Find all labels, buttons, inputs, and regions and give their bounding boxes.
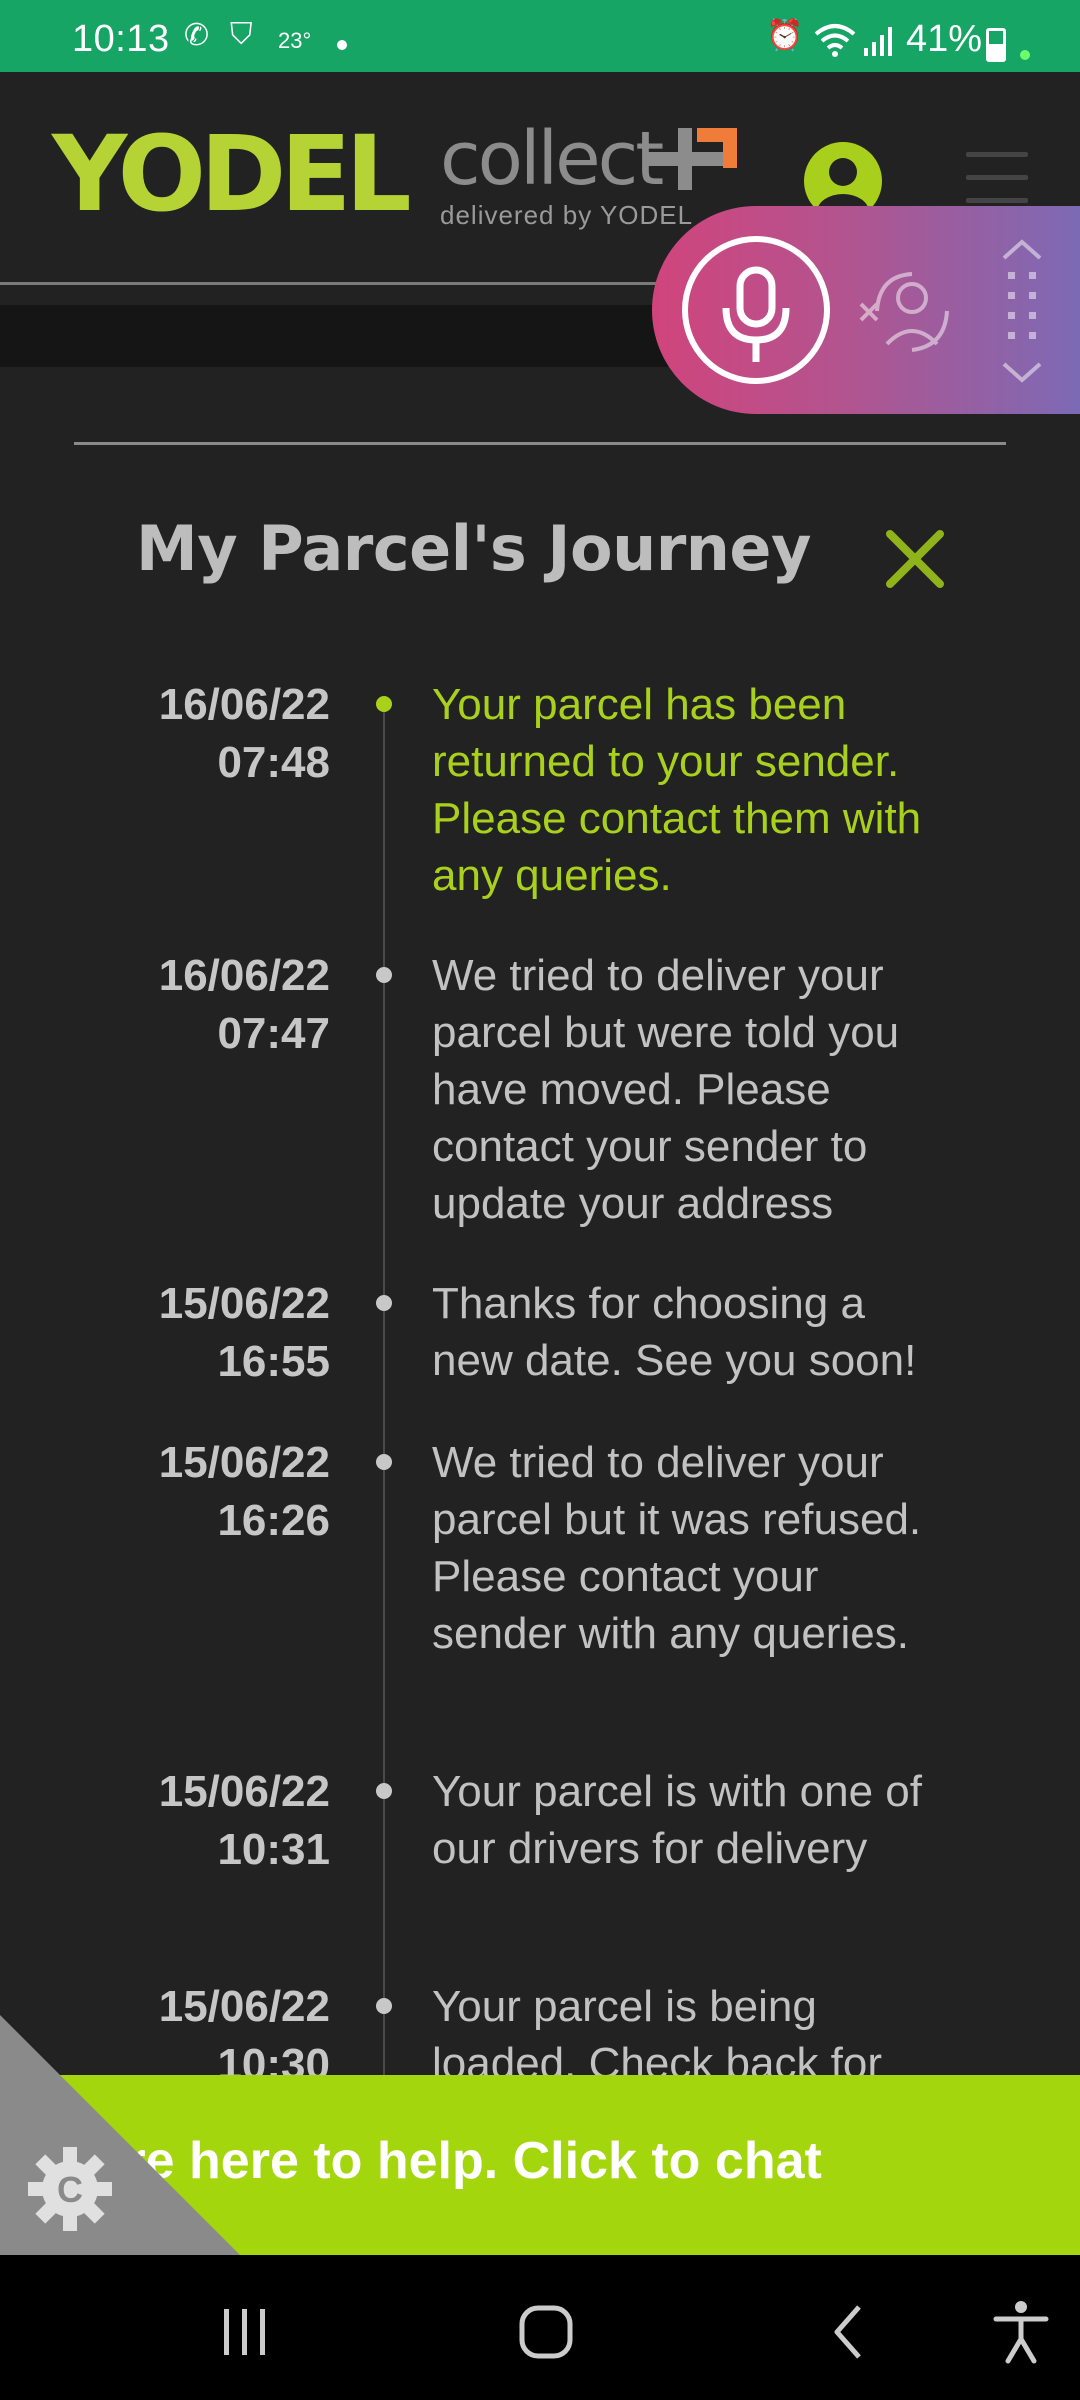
event-date: 15/06/22 xyxy=(158,1438,330,1487)
hamburger-menu-icon[interactable] xyxy=(966,152,1028,203)
cookie-gear-icon: C xyxy=(28,2147,112,2231)
event-date: 15/06/22 xyxy=(158,1767,330,1816)
microphone-icon xyxy=(722,266,790,362)
event-description: Your parcel is with one of our drivers f… xyxy=(432,1767,922,1873)
drag-handle-icon[interactable] xyxy=(992,236,1052,386)
timeline-dot-icon xyxy=(376,1998,392,2014)
timeline-dot-icon xyxy=(376,1454,392,1470)
signal-icon xyxy=(864,27,892,56)
phone-icon: ✆ xyxy=(184,19,210,52)
battery-percentage: 41% xyxy=(906,18,983,60)
notification-dot-icon xyxy=(337,40,347,50)
vpn-shield-icon: ⛉ xyxy=(230,18,253,51)
timeline-dot-icon xyxy=(376,1295,392,1311)
header-divider xyxy=(0,282,680,285)
collect-tagline: delivered by YODEL xyxy=(440,200,694,230)
yodel-logo[interactable]: YODEL xyxy=(52,122,412,226)
home-icon[interactable] xyxy=(511,2297,581,2367)
timeline-dot-icon xyxy=(376,696,392,712)
system-nav-bar xyxy=(0,2255,1080,2400)
timeline-line xyxy=(383,700,385,2080)
collect-plus-sign-icon xyxy=(645,128,737,190)
event-time: 16:26 xyxy=(217,1496,330,1545)
battery-icon xyxy=(986,28,1006,62)
cookie-settings-button[interactable]: C xyxy=(0,2015,240,2255)
status-temperature: 23° xyxy=(278,28,312,53)
collect-plus-logo[interactable]: collect delivered by YODEL xyxy=(440,122,737,231)
page-title: My Parcel's Journey xyxy=(136,512,811,585)
recent-apps-icon[interactable] xyxy=(210,2297,280,2367)
voice-assistant-widget[interactable] xyxy=(652,206,1080,414)
event-time: 16:55 xyxy=(217,1337,330,1386)
microphone-button[interactable] xyxy=(682,236,830,384)
accessibility-icon[interactable] xyxy=(986,2297,1056,2367)
switch-user-icon[interactable] xyxy=(857,266,967,356)
event-description: We tried to deliver your parcel but it w… xyxy=(432,1438,922,1658)
close-icon[interactable] xyxy=(882,526,948,592)
event-time: 10:31 xyxy=(217,1825,330,1874)
event-time: 07:48 xyxy=(217,738,330,787)
status-time: 10:13 xyxy=(72,18,170,60)
panel-divider xyxy=(74,442,1006,445)
wifi-icon xyxy=(814,24,856,57)
event-description: Your parcel has been returned to your se… xyxy=(432,680,922,900)
event-date: 15/06/22 xyxy=(158,1279,330,1328)
cookie-letter: C xyxy=(57,2169,83,2210)
alarm-icon: ⏰ xyxy=(766,19,804,52)
privacy-indicator-icon xyxy=(1020,50,1030,60)
event-date: 16/06/22 xyxy=(158,680,330,729)
status-bar: 10:13 ✆ ⛉ 23° ⏰ 41% xyxy=(0,0,1080,72)
event-time: 07:47 xyxy=(217,1009,330,1058)
event-description: Thanks for choosing a new date. See you … xyxy=(432,1279,917,1385)
event-date: 16/06/22 xyxy=(158,951,330,1000)
event-description: We tried to deliver your parcel but were… xyxy=(432,951,900,1228)
timeline-dot-icon xyxy=(376,1783,392,1799)
timeline-dot-icon xyxy=(376,967,392,983)
back-icon[interactable] xyxy=(815,2297,885,2367)
